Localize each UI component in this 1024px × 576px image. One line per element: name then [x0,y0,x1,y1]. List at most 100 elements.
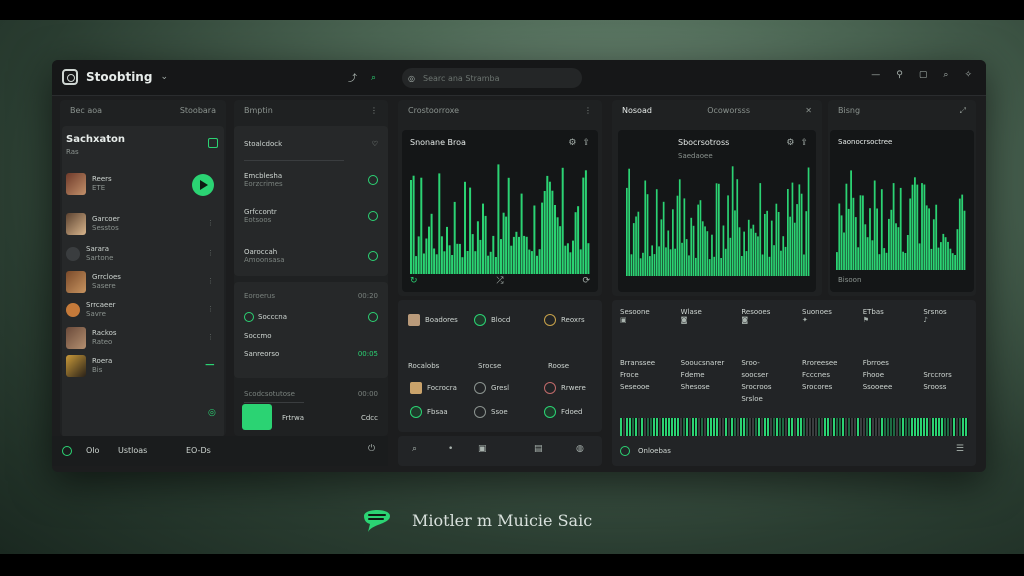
chevron-down-icon[interactable]: ⌄ [160,72,168,82]
grid-item[interactable]: Srocse [478,362,501,370]
share-icon[interactable]: ⇪ [582,138,590,148]
grid-item[interactable]: Focrocra [410,382,457,394]
chart-tab-active[interactable]: Nosoad [622,106,652,118]
menu-icon[interactable]: ☰ [956,444,964,454]
pin-icon[interactable]: ✧ [964,70,972,80]
mixer-tile[interactable]: Wlase ◙ [673,300,734,350]
col-row[interactable]: Srooss [923,383,946,391]
col-row[interactable]: Srocores [802,383,832,391]
list-item[interactable]: Grfccontr Eotsoos [244,208,378,224]
list-item[interactable]: Emcblesha Eorzcrimes [244,172,378,188]
waveform-segment [719,418,721,436]
mic-icon[interactable]: ⚲ [896,70,903,80]
list-item[interactable]: Socccna [244,312,378,322]
toggle-icon[interactable] [368,175,378,185]
search-icon[interactable]: ⌕ [943,70,948,80]
more-icon[interactable]: ⋮ [207,249,214,257]
settings-icon[interactable]: ⚙ [568,138,576,148]
col-row[interactable]: Fdeme [681,371,705,379]
list-item[interactable]: Garcoer Sesstos ⋮ [66,212,218,236]
more-icon[interactable]: ⋮ [207,305,214,313]
col-row[interactable]: Froce [620,371,639,379]
list-item[interactable]: Roera Bis ━━ [66,354,218,378]
volume-icon[interactable]: ◎ [208,408,216,418]
chart-tab[interactable]: Ocoworsss [707,106,750,118]
mixer-tile[interactable]: ETbas ⚑ [855,300,916,350]
list-item[interactable]: Sarara Sartone ⋮ [66,242,218,266]
list-item[interactable]: Reers ETE [66,172,218,196]
play-button[interactable] [192,174,214,196]
col-row[interactable]: Srocroos [741,383,771,391]
grid-item[interactable]: Reoxrs [544,314,585,326]
toggle-icon[interactable] [368,312,378,322]
grid-item[interactable]: Blocd [474,314,510,326]
repeat-icon[interactable]: ↻ [410,276,418,286]
more-icon[interactable]: ⋮ [584,106,592,118]
list-item[interactable]: Oaroccah Amoonsasa [244,248,378,264]
grid-item[interactable]: Ssoe [474,406,508,418]
list-item[interactable]: Sanreorso 00:05 [244,350,378,358]
list-item[interactable]: Grrcloes Sasere ⋮ [66,270,218,294]
more-icon[interactable]: ⋮ [370,106,378,118]
col-row[interactable]: Srccrors [923,371,951,379]
more-icon[interactable]: ⋮ [207,219,214,227]
now-playing-art[interactable] [242,404,272,430]
col-row[interactable]: Srsloe [741,395,763,403]
more-icon[interactable]: ⋮ [207,277,214,285]
list-item[interactable]: Srrcaeer Savre ⋮ [66,298,218,322]
heart-icon[interactable]: ♡ [372,140,378,148]
settings-icon[interactable]: ⚙ [786,138,794,148]
chart-tab[interactable]: Bisng [838,106,860,118]
share-icon[interactable]: ⤴ [348,71,357,84]
mixer-column: Sooucsnarer Fdeme Shesose [673,356,734,412]
edit-icon[interactable]: ▣ [478,444,487,454]
col-row[interactable]: Fcccnes [802,371,830,379]
spectrum-bar [854,217,857,270]
grid-item[interactable]: Gresl [474,382,509,394]
expand-icon[interactable]: ⤢ [960,106,966,118]
power-icon[interactable]: ⏻ [368,444,375,454]
close-icon[interactable]: ✕ [805,106,812,118]
search-icon[interactable]: ⌕ [371,71,376,84]
chart-tab[interactable]: Crostoorroxe [408,106,459,118]
toggle-icon[interactable] [368,211,378,221]
col-row[interactable]: Seseooe [620,383,650,391]
more-icon[interactable]: ⋮ [207,333,214,341]
list-item[interactable]: Soccmo [244,332,378,340]
col-row[interactable]: Ssooeee [863,383,893,391]
library-tab[interactable]: Bec aoa [70,106,102,118]
grid-item[interactable]: Rocalobs [408,362,439,370]
grid-item[interactable]: Boadores [408,314,458,326]
list-item[interactable]: Rackos Rateo ⋮ [66,326,218,350]
grid-item[interactable]: Rrwere [544,382,586,394]
loop-icon[interactable]: ⟳ [582,276,590,286]
search-input[interactable]: Searc ana Stramba [423,74,500,83]
stack-tab[interactable]: Bmptin [244,106,273,118]
library-filter[interactable]: Stoobara [180,106,216,118]
playlist-icon[interactable] [208,138,218,148]
save-icon[interactable]: ▤ [534,444,543,454]
share-icon[interactable]: ⇪ [800,138,808,148]
grid-item[interactable]: Fbsaa [410,406,448,418]
col-row[interactable]: Shesose [681,383,710,391]
grid-item[interactable]: Fdoed [544,406,583,418]
search-bar[interactable]: ◎ Searc ana Stramba [402,68,582,88]
mic-icon[interactable]: ◍ [576,444,584,454]
shuffle-icon[interactable]: ⤮ [496,276,503,286]
spectrum-bar [759,183,762,276]
grid-item[interactable]: Roose [548,362,569,370]
waveform-segment [677,418,679,436]
col-row[interactable]: Fhooe [863,371,884,379]
mixer-tile[interactable]: Resooes ◙ [733,300,794,350]
brand[interactable]: Stoobting ⌄ [62,69,168,85]
mixer-tile[interactable]: Srsnos ♪ [915,300,976,350]
toggle-icon[interactable] [368,251,378,261]
dot-icon[interactable]: • [448,444,453,454]
mixer-column: Fbrroes Fhooe Ssooeee [855,356,916,412]
minus-icon[interactable]: — [871,70,880,80]
search-icon[interactable]: ⌕ [412,444,417,454]
mixer-tile[interactable]: Sesoone ▣ [612,300,673,350]
mixer-tile[interactable]: Suonoes ✦ [794,300,855,350]
window-icon[interactable]: ▢ [919,70,928,80]
timeline-waveform[interactable] [620,418,968,436]
